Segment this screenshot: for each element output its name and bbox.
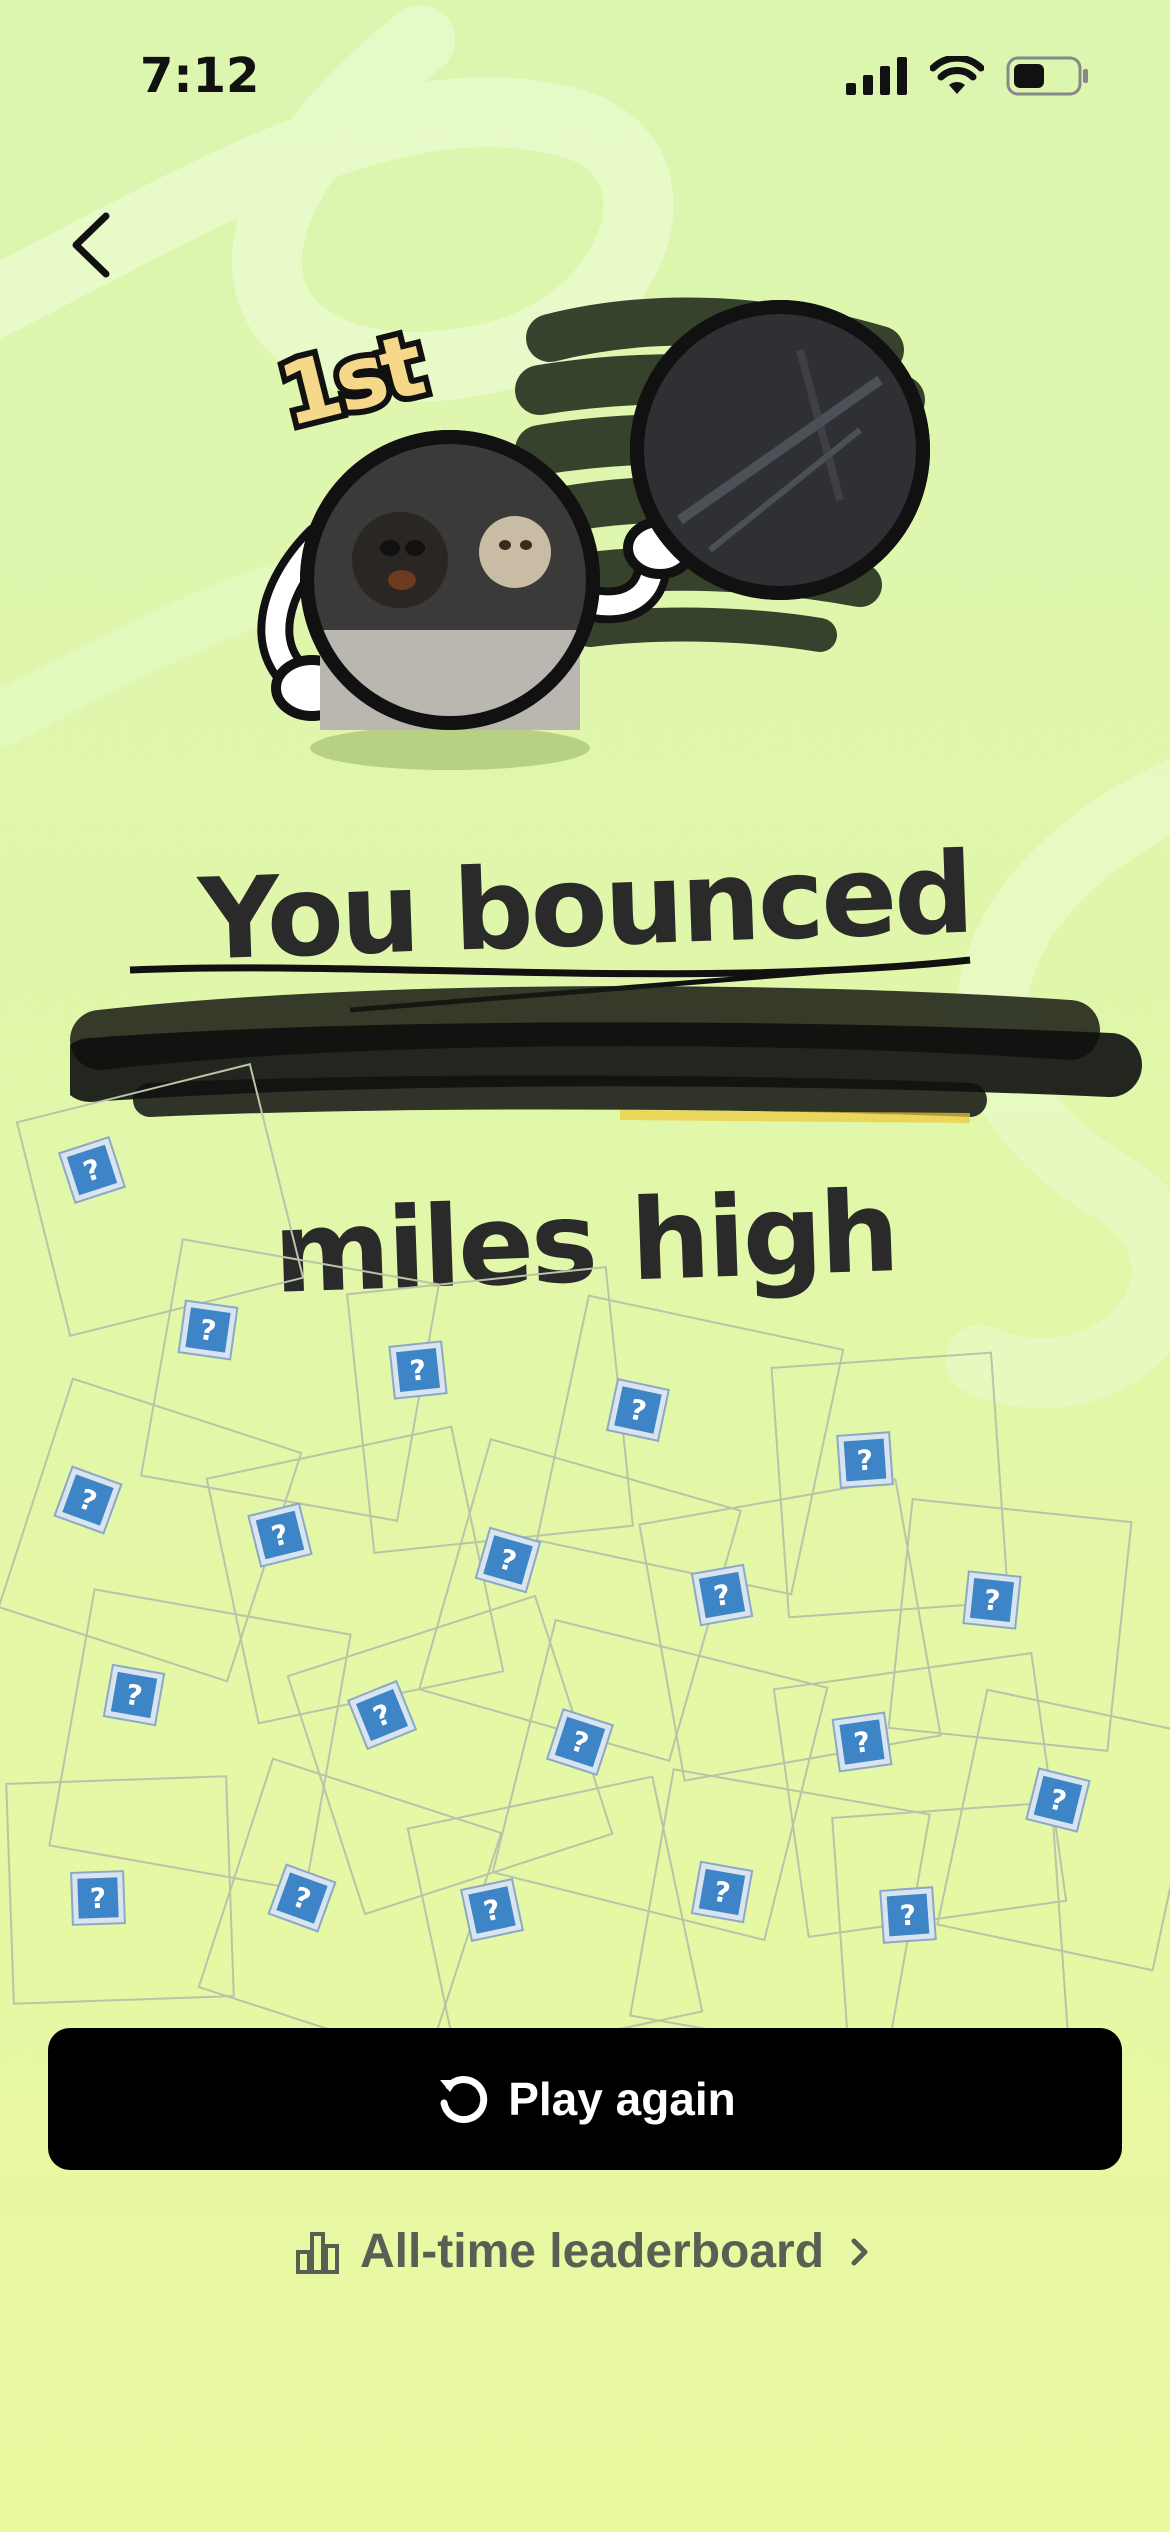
opponent-avatar: [630, 300, 930, 600]
broken-image-frame: [491, 1618, 829, 1942]
play-again-label: Play again: [508, 2073, 736, 2125]
broken-image-icon: ?: [690, 1860, 754, 1924]
broken-image-frame: [205, 1425, 505, 1725]
broken-image-placeholders: ????????????????????: [0, 1063, 1170, 2060]
rank-badge-text: 1st: [270, 315, 433, 447]
broken-image-frame: [638, 1478, 942, 1782]
bar-chart-icon: [295, 2231, 339, 2274]
broken-image-icon: ?: [388, 1340, 448, 1400]
broken-image-icon: ?: [267, 1863, 337, 1933]
broken-image-icon: ?: [53, 1465, 123, 1535]
avatar-shadow: [310, 726, 590, 770]
broken-image-icon: ?: [879, 1886, 937, 1944]
broken-image-icon: ?: [70, 1870, 126, 1926]
svg-text:?: ?: [856, 1443, 875, 1477]
broken-image-frame: [48, 1588, 352, 1892]
broken-image-frame: [417, 1437, 743, 1763]
broken-image-frame: [831, 1801, 1069, 2049]
play-again-button[interactable]: Play again: [48, 2028, 1122, 2170]
broken-image-frame: [346, 1266, 634, 1554]
battery-icon: [1006, 56, 1088, 96]
rank-badge: 1st: [264, 309, 439, 453]
broken-image-icon: ?: [690, 1563, 754, 1627]
svg-text:?: ?: [408, 1353, 428, 1388]
back-button[interactable]: [48, 200, 138, 290]
broken-image-icon: ?: [831, 1711, 893, 1773]
broken-image-icon: ?: [474, 1526, 542, 1594]
svg-text:?: ?: [899, 1898, 918, 1932]
broken-image-icon: ?: [459, 1877, 525, 1943]
broken-image-icon: ?: [962, 1570, 1022, 1630]
broken-image-icon: ?: [247, 1502, 313, 1568]
broken-image-icon: ?: [177, 1299, 239, 1361]
status-time: 7:12: [140, 48, 260, 104]
winner-avatar: [300, 430, 600, 730]
broken-image-icon: ?: [836, 1431, 894, 1489]
wifi-icon: [930, 56, 984, 94]
broken-image-frame: [197, 1757, 503, 2060]
results-hero: 1st: [240, 260, 1000, 800]
broken-image-frame: [406, 1775, 704, 2060]
status-icons: [846, 56, 1090, 96]
broken-image-frame: [535, 1294, 845, 1596]
leaderboard-link[interactable]: All-time leaderboard: [0, 2224, 1170, 2279]
leaderboard-label: All-time leaderboard: [359, 2225, 825, 2278]
restart-icon: [440, 2076, 488, 2123]
broken-image-icon: ?: [1025, 1767, 1091, 1833]
svg-text:?: ?: [982, 1583, 1002, 1618]
svg-text:?: ?: [89, 1882, 106, 1916]
cellular-signal-icon: [846, 57, 907, 95]
broken-image-icon: ?: [102, 1663, 166, 1727]
broken-image-frame: [15, 1063, 305, 1337]
broken-image-icon: ?: [545, 1707, 615, 1777]
status-bar: 7:12: [0, 0, 1170, 150]
broken-image-icon: ?: [57, 1135, 127, 1205]
hero-illustration: 1st: [257, 297, 930, 770]
chevron-right-icon: [851, 2238, 868, 2265]
broken-image-icon: ?: [605, 1377, 671, 1443]
